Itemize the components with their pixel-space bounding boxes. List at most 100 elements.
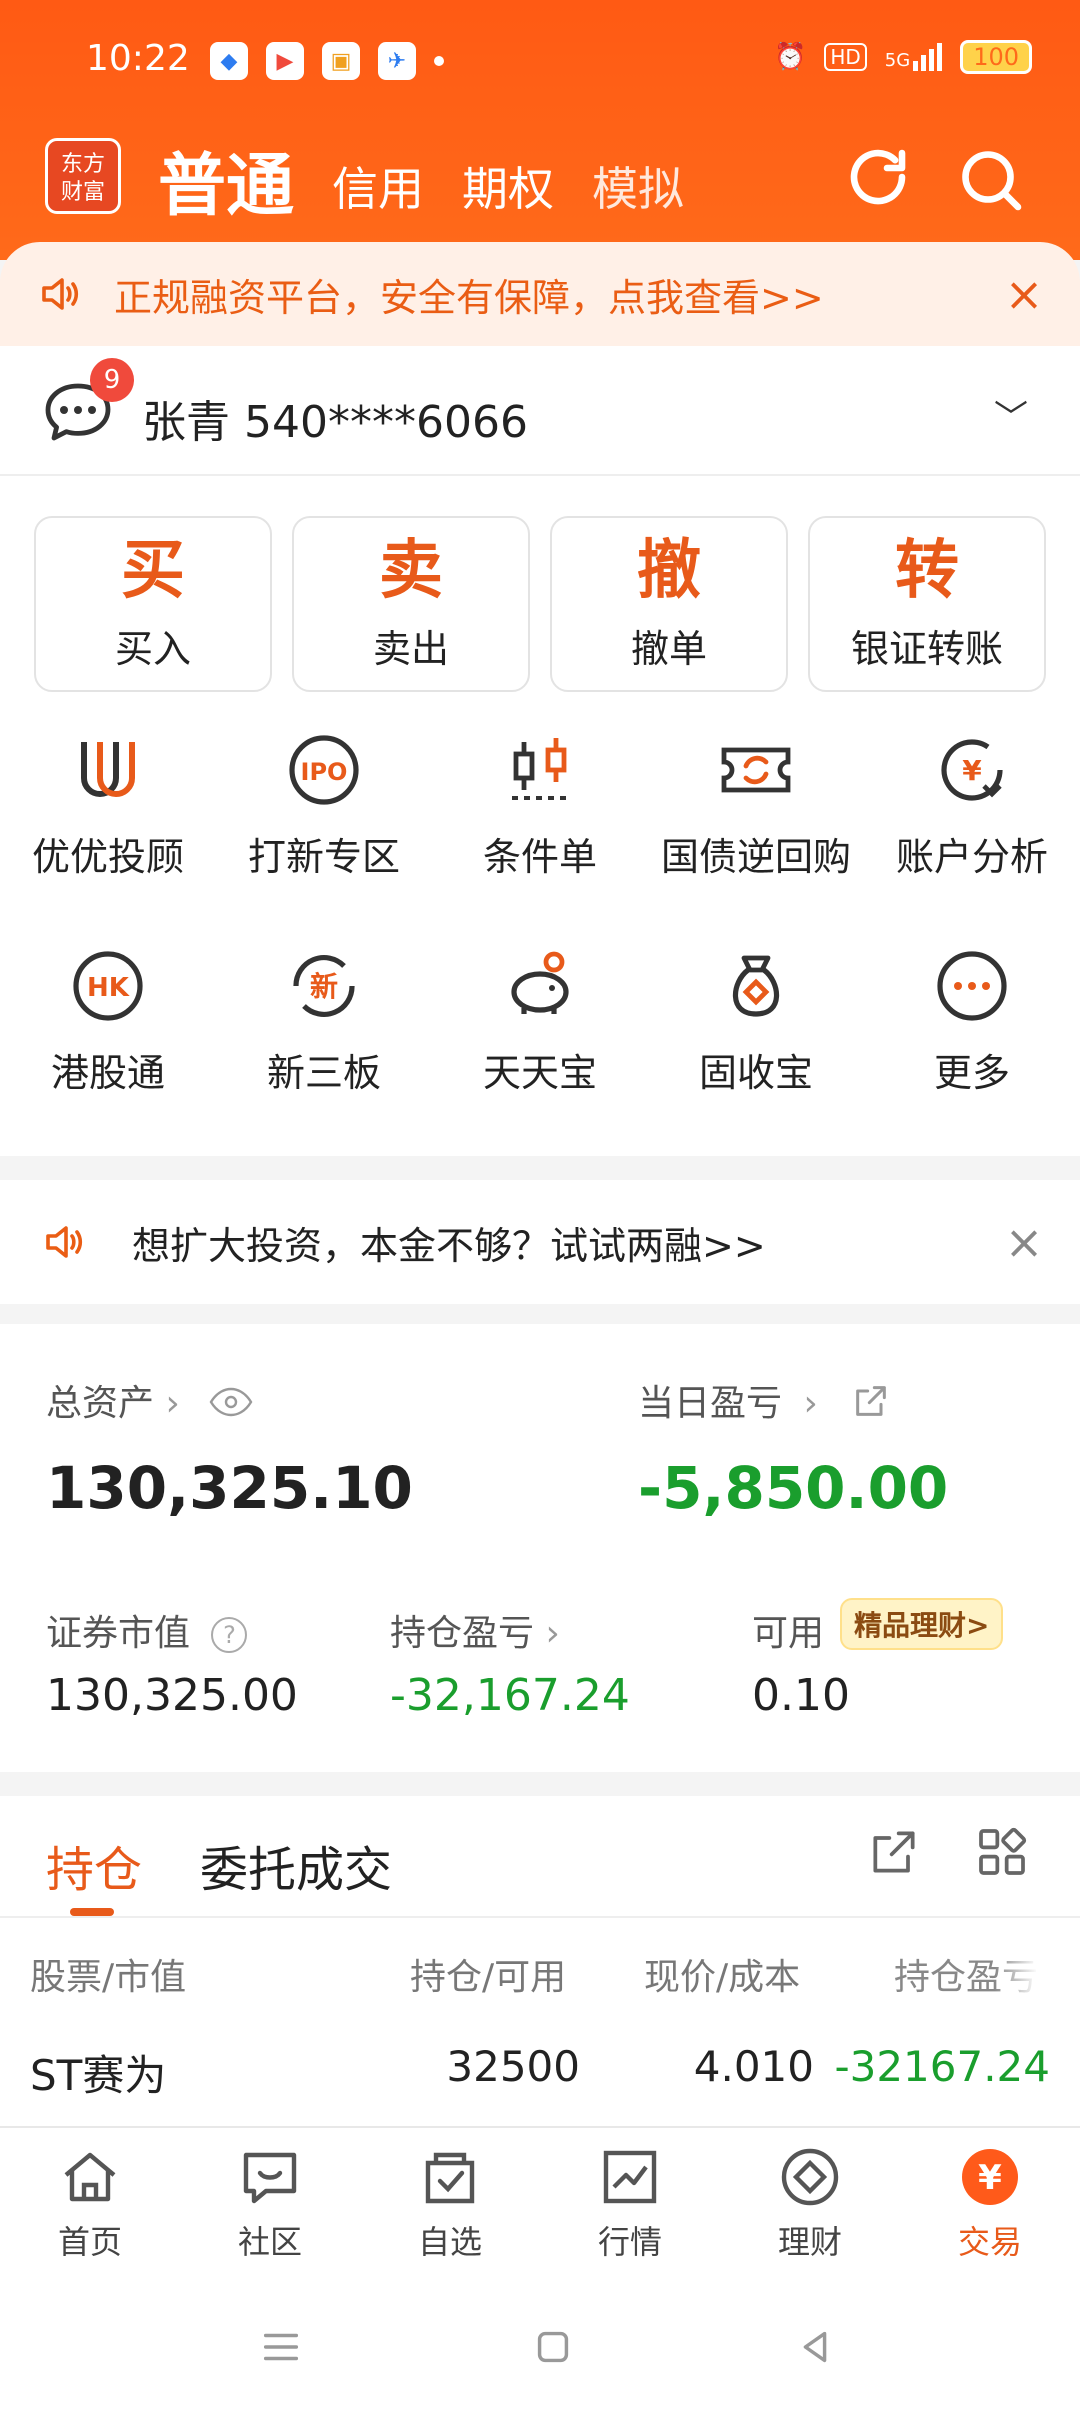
hd-indicator: HD — [824, 43, 867, 71]
nav-trade[interactable]: ¥ 交易 — [900, 2128, 1080, 2280]
nav-watchlist[interactable]: 自选 — [360, 2128, 540, 2280]
battery-indicator: 100 — [960, 40, 1032, 74]
hk-icon-text: HK — [87, 973, 130, 1003]
back-icon[interactable] — [792, 2324, 838, 2370]
day-pl-label[interactable]: 当日盈亏 › — [638, 1374, 891, 1430]
nav-label: 首页 — [57, 2223, 122, 2261]
feature-label: 天天宝 — [482, 1051, 597, 1095]
feature-fixed-income[interactable]: 固收宝 — [648, 946, 864, 1097]
total-assets-value: 130,325.10 — [46, 1454, 413, 1522]
feature-label: 条件单 — [482, 835, 597, 879]
tab-orders[interactable]: 委托成交 — [200, 1830, 392, 1900]
feature-new-third-board[interactable]: 新 新三板 — [216, 946, 432, 1097]
analysis-icon: ¥ — [941, 739, 1003, 801]
menu-icon[interactable] — [258, 2324, 304, 2370]
analysis-icon-text: ¥ — [962, 754, 982, 787]
position-pl-label-text: 持仓盈亏 — [390, 1613, 535, 1654]
feature-ipo[interactable]: IPO 打新专区 — [216, 730, 432, 881]
financing-promo-banner[interactable]: 正规融资平台，安全有保障，点我查看>> × — [0, 242, 1080, 346]
search-icon[interactable] — [955, 144, 1027, 216]
app-header: 10:22 ◆ ▶ ▣ ✈ ⏰ HD 5G 100 东方 财富 普通 信用 期权 — [0, 0, 1080, 260]
stock-price: 4.010 — [693, 2042, 814, 2091]
tab-positions[interactable]: 持仓 — [46, 1830, 142, 1900]
tab-simulated[interactable]: 模拟 — [592, 153, 684, 219]
sell-glyph: 卖 — [379, 533, 443, 608]
share-icon[interactable] — [851, 1381, 891, 1430]
nav-wealth[interactable]: 理财 — [720, 2128, 900, 2280]
speaker-icon — [42, 278, 79, 310]
bank-transfer-button[interactable]: 转 银证转账 — [808, 516, 1046, 692]
nav-home[interactable]: 首页 — [0, 2128, 180, 2280]
position-pl-label[interactable]: 持仓盈亏 › — [390, 1604, 560, 1656]
feature-label: 新三板 — [266, 1051, 381, 1095]
feature-account-analysis[interactable]: ¥ 账户分析 — [864, 730, 1080, 881]
feature-hk-connect[interactable]: HK 港股通 — [0, 946, 216, 1097]
status-right: ⏰ HD 5G 100 — [774, 40, 1032, 74]
feature-label: 港股通 — [50, 1051, 165, 1095]
new-board-icon: 新 — [293, 955, 355, 1017]
ipo-icon: IPO — [289, 735, 359, 805]
quick-actions: 买 买入 卖 卖出 撤 撤单 转 银证转账 — [34, 516, 1046, 692]
hk-icon: HK — [73, 951, 143, 1021]
feature-more[interactable]: 更多 — [864, 946, 1080, 1097]
home-icon — [64, 2152, 116, 2202]
share-icon[interactable] — [866, 1824, 922, 1880]
ipo-icon-text: IPO — [301, 758, 348, 786]
total-assets-label[interactable]: 总资产 › — [46, 1374, 253, 1426]
market-value-label-text: 证券市值 — [46, 1613, 191, 1654]
chevron-right-icon: › — [545, 1613, 560, 1654]
holdings-tabs: 持仓 委托成交 — [0, 1796, 1080, 1918]
community-icon — [243, 2152, 297, 2204]
asset-summary: 总资产 › 130,325.10 当日盈亏 › -5,850.00 证券市值 ?… — [0, 1324, 1080, 1772]
stock-quantity: 32500 — [446, 2042, 580, 2091]
available-value: 0.10 — [752, 1670, 850, 1721]
market-chart-icon — [603, 2150, 657, 2204]
chevron-down-icon[interactable]: ﹀ — [994, 390, 1028, 439]
tab-normal[interactable]: 普通 — [158, 130, 294, 229]
home-square-icon[interactable] — [530, 2324, 576, 2370]
feature-conditional-order[interactable]: 条件单 — [432, 730, 648, 881]
wealth-management-pill[interactable]: 精品理财> — [840, 1598, 1004, 1650]
feature-label: 优优投顾 — [31, 835, 184, 879]
cancel-glyph: 撤 — [637, 533, 701, 608]
unread-badge: 9 — [90, 358, 134, 402]
cancel-order-button[interactable]: 撤 撤单 — [550, 516, 788, 692]
account-selector[interactable]: 9 张青 540****6066 ﹀ — [0, 346, 1080, 476]
refresh-icon[interactable] — [842, 144, 914, 216]
sell-button[interactable]: 卖 卖出 — [292, 516, 530, 692]
promo-text: 正规融资平台，安全有保障，点我查看>> — [114, 275, 824, 320]
cancel-label: 撤单 — [630, 626, 707, 671]
grid-view-icon[interactable] — [974, 1824, 1030, 1880]
trade-yen-icon-text: ¥ — [978, 2158, 1002, 2198]
buy-button[interactable]: 买 买入 — [34, 516, 272, 692]
market-value: 130,325.00 — [46, 1670, 298, 1721]
account-type-nav: 东方 财富 普通 信用 期权 模拟 — [0, 130, 1080, 250]
eye-icon[interactable] — [209, 1385, 253, 1426]
bottom-navigation: 首页 社区 自选 行情 理财 ¥ 交易 — [0, 2126, 1080, 2280]
margin-promo-banner[interactable]: 想扩大投资，本金不够？试试两融>> × — [0, 1180, 1080, 1304]
close-icon[interactable]: × — [1004, 271, 1044, 317]
nav-label: 理财 — [777, 2223, 842, 2261]
holdings-panel: 持仓 委托成交 股票/市值 持仓/可用 现价/成本 持仓盈亏 ST赛为 3250… — [0, 1796, 1080, 2126]
nav-community[interactable]: 社区 — [180, 2128, 360, 2280]
help-icon[interactable]: ? — [211, 1617, 248, 1653]
column-header: 持仓/可用 — [410, 1957, 567, 1998]
market-value-label: 证券市值 ? — [46, 1604, 248, 1656]
nav-market[interactable]: 行情 — [540, 2128, 720, 2280]
feature-reverse-repo[interactable]: 国债逆回购 — [648, 730, 864, 881]
day-pl-value: -5,850.00 — [638, 1454, 949, 1522]
position-pl-value: -32,167.24 — [390, 1670, 630, 1721]
video-app-icon: ▶ — [266, 42, 304, 80]
repo-ticket-icon — [721, 747, 791, 793]
sell-label: 卖出 — [372, 626, 449, 671]
close-icon[interactable]: × — [1004, 1219, 1044, 1265]
tab-credit[interactable]: 信用 — [332, 153, 424, 219]
system-navigation-bar — [0, 2280, 1080, 2412]
transfer-label: 银证转账 — [850, 626, 1003, 671]
table-row[interactable]: ST赛为 32500 4.010 -32167.24 — [0, 2018, 1080, 2126]
feature-advisor[interactable]: 优优投顾 — [0, 730, 216, 881]
travel-app-icon: ✈ — [378, 42, 416, 80]
tab-options[interactable]: 期权 — [462, 153, 554, 219]
feature-tiantianbao[interactable]: 天天宝 — [432, 946, 648, 1097]
feature-label: 账户分析 — [895, 835, 1048, 879]
